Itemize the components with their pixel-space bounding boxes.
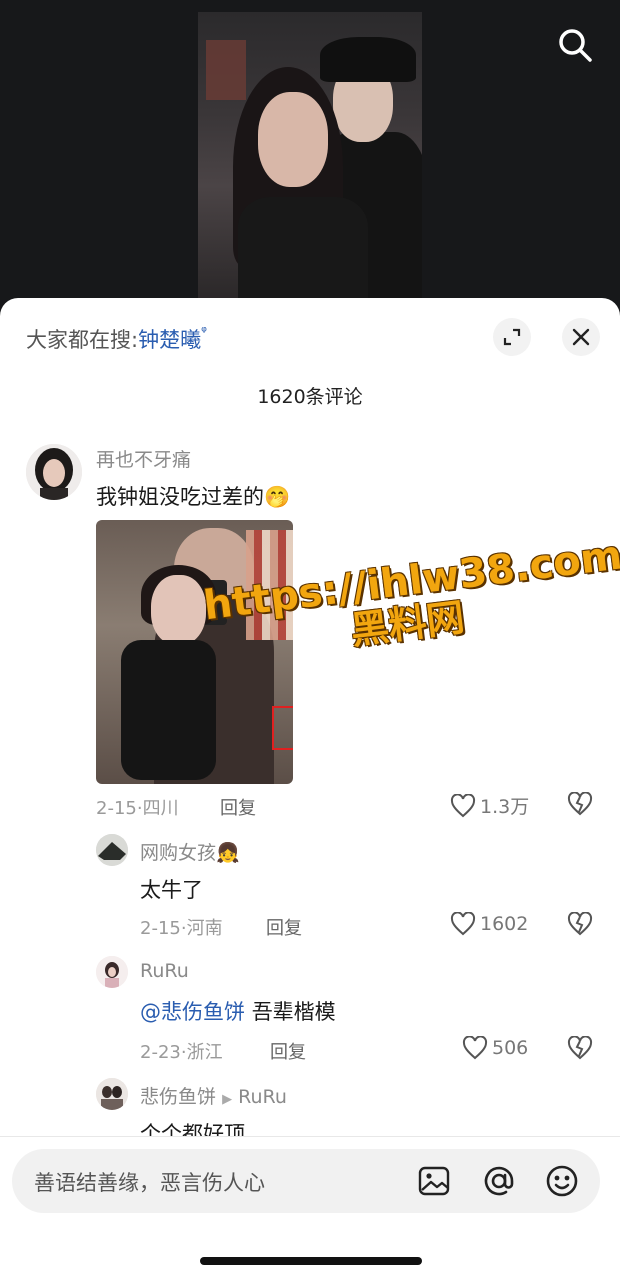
like-button[interactable]: 1.3万 [450,792,529,819]
like-button[interactable]: 1602 [450,912,528,936]
comment-username[interactable]: RuRu [140,960,189,982]
comment-username[interactable]: 再也不牙痛 [96,445,191,472]
girl-emoji-icon: 👧 [216,842,240,864]
close-button[interactable] [562,318,600,356]
comment-sheet: 大家都在搜:钟楚曦ᵠ 1620条评论 再也不牙痛 我钟姐没吃过差的🤭 2-15·… [0,298,620,1280]
home-indicator[interactable] [200,1257,422,1265]
emoji-button[interactable] [544,1163,580,1199]
like-count: 506 [492,1037,529,1059]
photo-person-left-body [238,197,368,302]
search-button[interactable] [556,26,594,64]
hot-search-prefix: 大家都在搜: [26,328,139,352]
comment-location: 河南 [186,918,223,939]
image-woman-face [151,575,206,645]
comment-input[interactable]: 善语结善缘，恶言伤人心 [12,1149,600,1213]
dislike-button[interactable] [567,911,593,940]
avatar[interactable] [26,444,82,500]
comment-input-bar: 善语结善缘，恶言伤人心 [0,1136,620,1281]
comment-location: 四川 [142,798,179,819]
comment-date: 2-23 [140,1042,181,1063]
emoji-shy-icon: 🤭 [264,485,291,509]
comment-date: 2-15 [96,798,137,819]
hot-search-link[interactable]: 大家都在搜:钟楚曦ᵠ [26,324,207,354]
user-avatar-icon [96,834,128,866]
user-avatar-icon [96,1078,128,1110]
hot-search-term[interactable]: 钟楚曦 [138,328,201,352]
avatar[interactable] [96,834,128,866]
heart-icon [450,912,476,936]
comment-meta: 2-15·四川 [96,798,179,819]
photo-bucket-hat [320,37,416,82]
broken-heart-icon [567,1035,593,1060]
like-count: 1602 [480,913,529,935]
mention-button[interactable] [481,1163,517,1199]
comment-count: 1620条评论 [257,386,363,408]
reply-to-username[interactable]: RuRu [238,1086,287,1108]
comment-body: 我钟姐没吃过差的 [96,485,264,509]
avatar[interactable] [96,1078,128,1110]
image-button[interactable] [416,1163,452,1199]
comment-username[interactable]: 悲伤鱼饼 ▶ RuRu [140,1082,287,1109]
comment-meta: 2-15·河南 [140,918,223,939]
heart-icon [462,1036,488,1060]
photo-person-left-face [258,92,328,187]
comment-text: 太牛了 [140,878,203,902]
dislike-button[interactable] [567,1035,593,1064]
comment-date: 2-15 [140,918,181,939]
expand-button[interactable] [493,318,531,356]
user-avatar-icon [96,956,128,988]
expand-icon [503,328,521,346]
comment-username[interactable]: 网购女孩👧 [140,838,240,865]
heart-icon [450,793,476,817]
comment-meta: 2-23·浙江 [140,1042,223,1063]
comment-text: @悲伤鱼饼 吾辈楷模 [140,996,336,1026]
image-icon [418,1166,450,1196]
dislike-button[interactable] [567,791,593,820]
username-text: 悲伤鱼饼 [140,1086,217,1108]
image-woman-body [121,640,216,780]
like-button[interactable]: 506 [462,1036,528,1060]
reply-button[interactable]: 回复 [266,914,302,940]
close-icon [572,328,590,346]
comment-location: 浙江 [186,1042,223,1063]
comment-body: 吾辈楷模 [251,1000,336,1024]
video-frame-image [198,12,422,302]
image-red-box [272,706,293,750]
avatar[interactable] [96,956,128,988]
smiley-icon [546,1165,578,1197]
user-avatar-icon [26,444,82,500]
broken-heart-icon [567,911,593,936]
broken-heart-icon [567,791,593,816]
reply-button[interactable]: 回复 [270,1038,306,1064]
username-text: 网购女孩 [140,842,217,864]
reply-button[interactable]: 回复 [220,794,256,820]
video-background[interactable] [0,0,620,310]
reply-arrow-icon: ▶ [222,1092,233,1107]
hot-search-icon: ᵠ [201,324,207,340]
at-icon [484,1166,514,1196]
photo-sign [206,40,246,100]
mention-link[interactable]: @悲伤鱼饼 [140,1000,245,1024]
search-icon [559,29,592,62]
comment-text: 我钟姐没吃过差的🤭 [96,481,290,511]
comment-input-placeholder: 善语结善缘，恶言伤人心 [34,1171,265,1195]
like-count: 1.3万 [480,796,530,818]
